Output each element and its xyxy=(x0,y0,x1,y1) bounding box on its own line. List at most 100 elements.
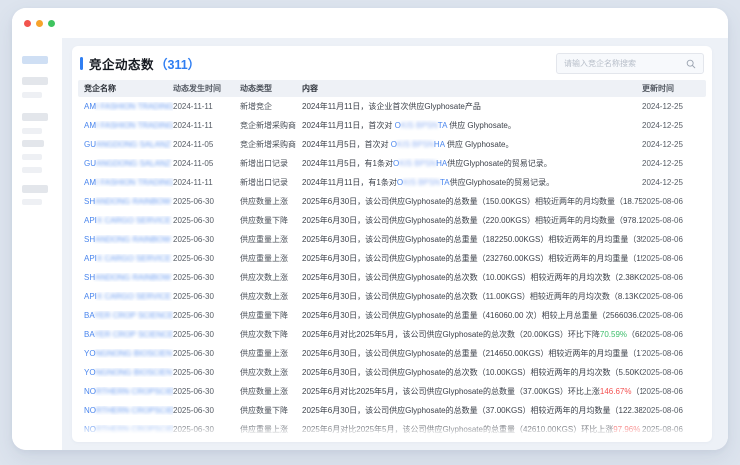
app-window: 竞企动态数 （311） 竞企名称 动态发生时间 动态类型 xyxy=(12,8,728,450)
company-name-link[interactable]: YONGNONG BIOSCIEN ES... xyxy=(78,349,173,358)
pct-up-text: 146.67% xyxy=(600,387,632,396)
title-accent-bar xyxy=(80,57,83,70)
event-content: 2025年6月30日，该公司供应Glyphosate的总次数（11.00KGS）… xyxy=(302,291,642,302)
company-name-link[interactable]: APIX CARGO SERVICE CO... xyxy=(78,254,173,263)
search-icon[interactable] xyxy=(686,59,696,69)
company-name-link[interactable]: SHANDONG RAINBOW GR... xyxy=(78,273,173,282)
content-text: 供应Glyphosate的贸易记录。 xyxy=(450,178,554,187)
content-text: 2025年6月30日，该公司供应Glyphosate的总次数（10.00KGS）… xyxy=(302,273,642,282)
search-box[interactable] xyxy=(556,53,704,74)
company-name-redacted: RTHERN CROPSCIEN xyxy=(96,406,173,415)
sidebar-skeleton-item xyxy=(22,77,48,85)
competitor-dynamics-card: 竞企动态数 （311） 竞企名称 动态发生时间 动态类型 xyxy=(72,46,712,442)
content-text: 供应Glyphosate的贸易记录。 xyxy=(447,159,551,168)
update-date: 2025-08-06 xyxy=(642,254,706,263)
table-row[interactable]: YONGNONG BIOSCIEN ES... 2025-06-30 供应次数上… xyxy=(78,363,706,382)
company-name-link[interactable]: BAYER CROP SCIENCE LP xyxy=(78,330,173,339)
content-text: 2025年6月30日，该公司供应Glyphosate的总数量（37.00KGS）… xyxy=(302,406,642,415)
table-header: 竞企名称 动态发生时间 动态类型 内容 更新时间 xyxy=(78,80,706,97)
table-row[interactable]: SHANDONG RAINBOW GR... 2025-06-30 供应次数上涨… xyxy=(78,268,706,287)
event-date: 2024-11-11 xyxy=(173,121,240,130)
sidebar-skeleton-item xyxy=(22,185,48,193)
table-row[interactable]: GUANGDONG SALANZ IC... 2024-11-05 竞企新增采购… xyxy=(78,135,706,154)
company-name-link[interactable]: BAYER CROP SCIENCE LP xyxy=(78,311,173,320)
table-row[interactable]: YONGNONG BIOSCIEN ES... 2025-06-30 供应重量上… xyxy=(78,344,706,363)
table-row[interactable]: AMI FASHION TRADING G... 2024-11-11 竞企新增… xyxy=(78,116,706,135)
content-text: 2025年6月对比2025年5月，该公司供应Glyphosate的总次数（20.… xyxy=(302,330,600,339)
table-row[interactable]: NORTHERN CROPSCIEN CE... 2025-06-30 供应数量… xyxy=(78,401,706,420)
buyer-name-redacted: KIS BPSN xyxy=(401,121,438,130)
company-name-link[interactable]: NORTHERN CROPSCIEN CE... xyxy=(78,406,173,415)
content-text: 2025年6月30日，该公司供应Glyphosate的总数量（150.00KGS… xyxy=(302,197,642,206)
company-name-redacted: ANDONG RAINBOW xyxy=(95,273,171,282)
company-name-redacted: YER CROP SCIENCE xyxy=(94,330,173,339)
table-row[interactable]: APIX CARGO SERVICE CO... 2025-06-30 供应次数… xyxy=(78,287,706,306)
event-type: 竞企新增采购商 xyxy=(240,120,302,131)
event-content: 2025年6月对比2025年5月，该公司供应Glyphosate的总数量（37.… xyxy=(302,386,642,397)
company-name-link[interactable]: NORTHERN CROPSCIEN CE... xyxy=(78,387,173,396)
event-content: 2024年11月5日，首次对 OKIS BPSNHA 供应 Glyphosate… xyxy=(302,139,642,150)
company-name-link[interactable]: GUANGDONG SALANZ IC... xyxy=(78,140,173,149)
event-content: 2025年6月30日，该公司供应Glyphosate的总次数（10.00KGS）… xyxy=(302,272,642,283)
company-name-link[interactable]: GUANGDONG SALANZ IC... xyxy=(78,159,173,168)
company-name-link[interactable]: AMI FASHION TRADING G... xyxy=(78,121,173,130)
table-row[interactable]: BAYER CROP SCIENCE LP 2025-06-30 供应重量下降 … xyxy=(78,306,706,325)
maximize-window-icon[interactable] xyxy=(48,20,55,27)
table-row[interactable]: SHANDONG RAINBOW GR... 2025-06-30 供应数量上涨… xyxy=(78,192,706,211)
event-date: 2024-11-05 xyxy=(173,140,240,149)
company-name-link[interactable]: SHANDONG RAINBOW GR... xyxy=(78,197,173,206)
content-text: 2025年6月30日，该公司供应Glyphosate的总次数（11.00KGS）… xyxy=(302,292,642,301)
event-content: 2024年11月5日，有1条对OKIS BPSNHA供应Glyphosate的贸… xyxy=(302,158,642,169)
minimize-window-icon[interactable] xyxy=(36,20,43,27)
content-text: 2024年11月11日，有1条对 xyxy=(302,178,397,187)
content-text: 供应 Glyphosate。 xyxy=(445,140,514,149)
event-date: 2025-06-30 xyxy=(173,235,240,244)
update-date: 2024-12-25 xyxy=(642,102,706,111)
event-content: 2025年6月30日，该公司供应Glyphosate的总次数（10.00KGS）… xyxy=(302,367,642,378)
company-name-redacted: YER CROP SCIENCE xyxy=(94,311,173,320)
page-title: 竞企动态数 （311） xyxy=(80,54,200,73)
table-row[interactable]: BAYER CROP SCIENCE LP 2025-06-30 供应次数下降 … xyxy=(78,325,706,344)
content-text: （15.00KGS）。 xyxy=(631,387,642,396)
table-row[interactable]: GUANGDONG SALANZ IC... 2024-11-05 新增出口记录… xyxy=(78,154,706,173)
company-name-prefix: AM xyxy=(84,178,96,187)
event-date: 2025-06-30 xyxy=(173,387,240,396)
event-type: 供应重量上涨 xyxy=(240,424,302,435)
company-name-link[interactable]: APIX CARGO SERVICE CO... xyxy=(78,216,173,225)
event-content: 2024年11月11日，有1条对OKIS BPSNTA供应Glyphosate的… xyxy=(302,177,642,188)
company-name-link[interactable]: SHANDONG RAINBOW GR... xyxy=(78,235,173,244)
event-type: 供应次数上涨 xyxy=(240,367,302,378)
content-text: 供应 Glyphosate。 xyxy=(447,121,516,130)
event-content: 2025年6月30日，该公司供应Glyphosate的总重量（416060.00… xyxy=(302,310,642,321)
table-row[interactable]: NORTHERN CROPSCIEN CE... 2025-06-30 供应数量… xyxy=(78,382,706,401)
close-window-icon[interactable] xyxy=(24,20,31,27)
company-name-link[interactable]: APIX CARGO SERVICE CO... xyxy=(78,292,173,301)
sidebar-skeleton-item xyxy=(22,92,42,98)
event-type: 供应数量下降 xyxy=(240,405,302,416)
update-date: 2025-08-06 xyxy=(642,349,706,358)
table-row[interactable]: NORTHERN CROPSCIEN CE... 2025-06-30 供应重量… xyxy=(78,420,706,437)
update-date: 2025-08-06 xyxy=(642,406,706,415)
event-content: 2025年6月30日，该公司供应Glyphosate的总数量（150.00KGS… xyxy=(302,196,642,207)
sidebar-skeleton-item xyxy=(22,140,44,147)
table-row[interactable]: APIX CARGO SERVICE CO... 2025-06-30 供应重量… xyxy=(78,249,706,268)
company-name-prefix: SH xyxy=(84,273,95,282)
event-date: 2024-11-11 xyxy=(173,102,240,111)
search-input[interactable] xyxy=(564,59,686,68)
event-date: 2025-06-30 xyxy=(173,216,240,225)
table-row[interactable]: AMI FASHION TRADING G... 2024-11-11 新增竞企… xyxy=(78,97,706,116)
company-name-redacted: X CARGO SERVICE xyxy=(97,292,171,301)
company-name-prefix: GU xyxy=(84,159,96,168)
update-date: 2025-08-06 xyxy=(642,425,706,434)
table-row[interactable]: SHANDONG RAINBOW GR... 2025-06-30 供应重量上涨… xyxy=(78,230,706,249)
table-row[interactable]: APIX CARGO SERVICE CO... 2025-06-30 供应数量… xyxy=(78,211,706,230)
event-date: 2025-06-30 xyxy=(173,273,240,282)
company-name-link[interactable]: NORTHERN CROPSCIEN CE... xyxy=(78,425,173,434)
company-name-link[interactable]: YONGNONG BIOSCIEN ES... xyxy=(78,368,173,377)
event-type: 供应数量下降 xyxy=(240,215,302,226)
table-row[interactable]: AMI FASHION TRADING G... 2024-11-11 新增出口… xyxy=(78,173,706,192)
company-name-link[interactable]: AMI FASHION TRADING G... xyxy=(78,178,173,187)
company-name-link[interactable]: AMI FASHION TRADING G... xyxy=(78,102,173,111)
update-date: 2024-12-25 xyxy=(642,159,706,168)
content-text: 2024年11月5日，有1条对 xyxy=(302,159,393,168)
